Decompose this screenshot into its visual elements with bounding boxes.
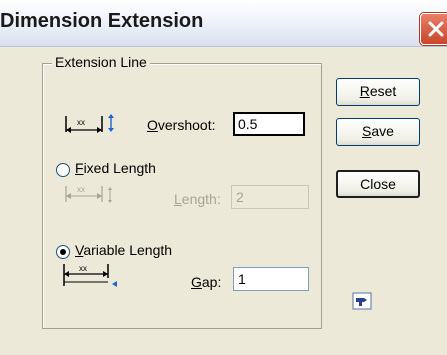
close-button[interactable]: Close (336, 170, 420, 198)
close-icon (428, 21, 444, 37)
svg-text:xx: xx (77, 185, 85, 194)
gap-label: Gap: (191, 274, 222, 290)
variable-length-label[interactable]: Variable Length (75, 242, 172, 258)
length-input[interactable]: 2 (231, 185, 309, 209)
gap-input[interactable]: 1 (233, 267, 309, 291)
group-legend: Extension Line (52, 54, 150, 70)
variable-length-dimension-icon: xx (63, 264, 117, 287)
help-pointer-icon[interactable] (352, 292, 372, 310)
svg-text:xx: xx (79, 264, 87, 273)
overshoot-dimension-icon: xx (65, 114, 114, 133)
save-button[interactable]: Save (336, 118, 420, 146)
svg-text:xx: xx (77, 118, 85, 127)
reset-button[interactable]: Reset (336, 78, 420, 106)
fixed-length-label[interactable]: Fixed Length (75, 160, 156, 176)
radio-selected-dot (60, 249, 66, 255)
overshoot-label: Overshoot: (147, 117, 216, 133)
fixed-length-radio[interactable] (56, 163, 70, 177)
variable-length-radio[interactable] (56, 245, 70, 259)
fixed-length-dimension-icon: xx (65, 185, 112, 203)
title-bar: Dimension Extension (0, 0, 447, 47)
window-title: Dimension Extension (0, 10, 204, 32)
length-label: Length: (174, 191, 221, 207)
overshoot-input[interactable]: 0.5 (233, 112, 305, 136)
window-close-button[interactable] (420, 13, 447, 45)
